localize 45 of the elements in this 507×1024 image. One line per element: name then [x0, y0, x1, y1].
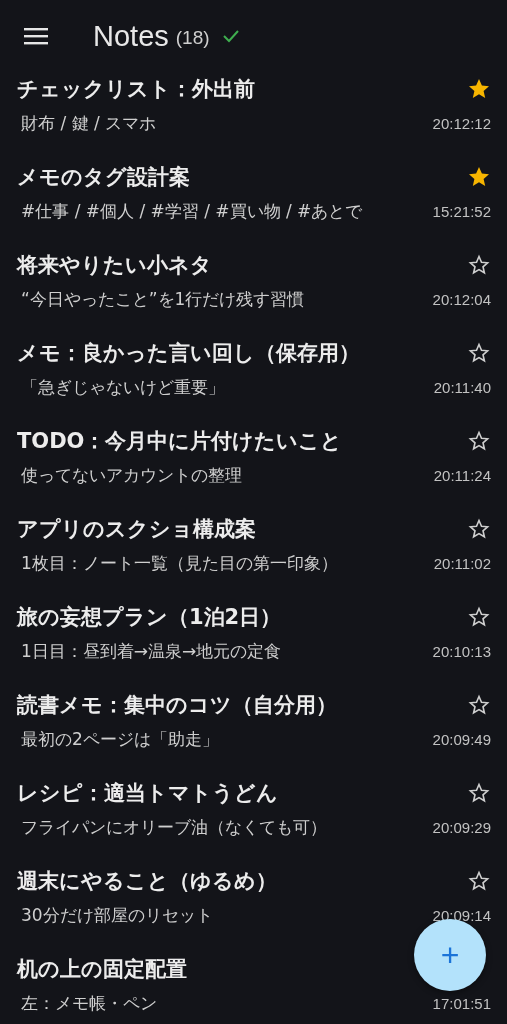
star-icon[interactable] — [467, 77, 491, 101]
note-time: 20:12:12 — [432, 114, 491, 132]
note-title: レシピ：適当トマトうどん — [17, 780, 278, 807]
note-preview: 1枚目：ノート一覧（見た目の第一印象） — [20, 551, 338, 575]
note-count: (18) — [175, 27, 210, 49]
note-preview: 1日目：昼到着→温泉→地元の定食 — [20, 639, 282, 663]
note-time: 15:21:52 — [432, 202, 491, 220]
note-title: 将来やりたい小ネタ — [17, 252, 212, 279]
note-preview: 最初の2ページは「助走」 — [20, 727, 219, 751]
note-time: 20:09:49 — [432, 730, 491, 748]
note-title: 机の上の固定配置 — [17, 956, 187, 983]
star-icon[interactable] — [467, 869, 491, 893]
star-icon[interactable] — [467, 605, 491, 629]
note-time: 20:11:40 — [433, 378, 491, 396]
note-preview: 使ってないアカウントの整理 — [20, 463, 242, 487]
menu-icon[interactable] — [23, 26, 49, 46]
note-preview: 左：メモ帳・ペン — [20, 991, 157, 1015]
note-title: メモのタグ設計案 — [17, 164, 190, 191]
note-preview: “今日やったこと”を1行だけ残す習慣 — [20, 287, 305, 311]
note-title: アプリのスクショ構成案 — [17, 516, 256, 543]
star-icon[interactable] — [467, 165, 491, 189]
note-title: 週末にやること（ゆるめ） — [17, 868, 277, 895]
star-icon[interactable] — [467, 693, 491, 717]
note-time: 20:11:24 — [433, 466, 491, 484]
note-preview: 30分だけ部屋のリセット — [20, 903, 213, 927]
star-icon[interactable] — [467, 341, 491, 365]
note-title: チェックリスト：外出前 — [17, 76, 255, 103]
note-preview: 「急ぎじゃないけど重要」 — [20, 375, 225, 399]
star-icon[interactable] — [467, 781, 491, 805]
note-title: 旅の妄想プラン（1泊2日） — [17, 604, 282, 631]
note-time: 20:11:02 — [433, 554, 491, 572]
note-preview: #仕事 / #個人 / #学習 / #買い物 / #あとで — [20, 199, 363, 223]
app-title: Notes — [93, 19, 169, 53]
note-time: 20:09:29 — [432, 818, 491, 836]
note-title: 読書メモ：集中のコツ（自分用） — [17, 692, 337, 719]
note-preview: 財布 / 鍵 / スマホ — [20, 111, 157, 135]
note-title: メモ：良かった言い回し（保存用） — [17, 340, 360, 367]
star-icon[interactable] — [467, 429, 491, 453]
note-time: 20:10:13 — [432, 642, 491, 660]
star-icon[interactable] — [467, 517, 491, 541]
star-icon[interactable] — [467, 253, 491, 277]
note-time: 20:12:04 — [432, 290, 491, 308]
note-preview: フライパンにオリーブ油（なくても可） — [20, 815, 327, 839]
note-title: TODO：今月中に片付けたいこと — [17, 428, 343, 455]
note-time: 17:01:51 — [432, 994, 491, 1012]
